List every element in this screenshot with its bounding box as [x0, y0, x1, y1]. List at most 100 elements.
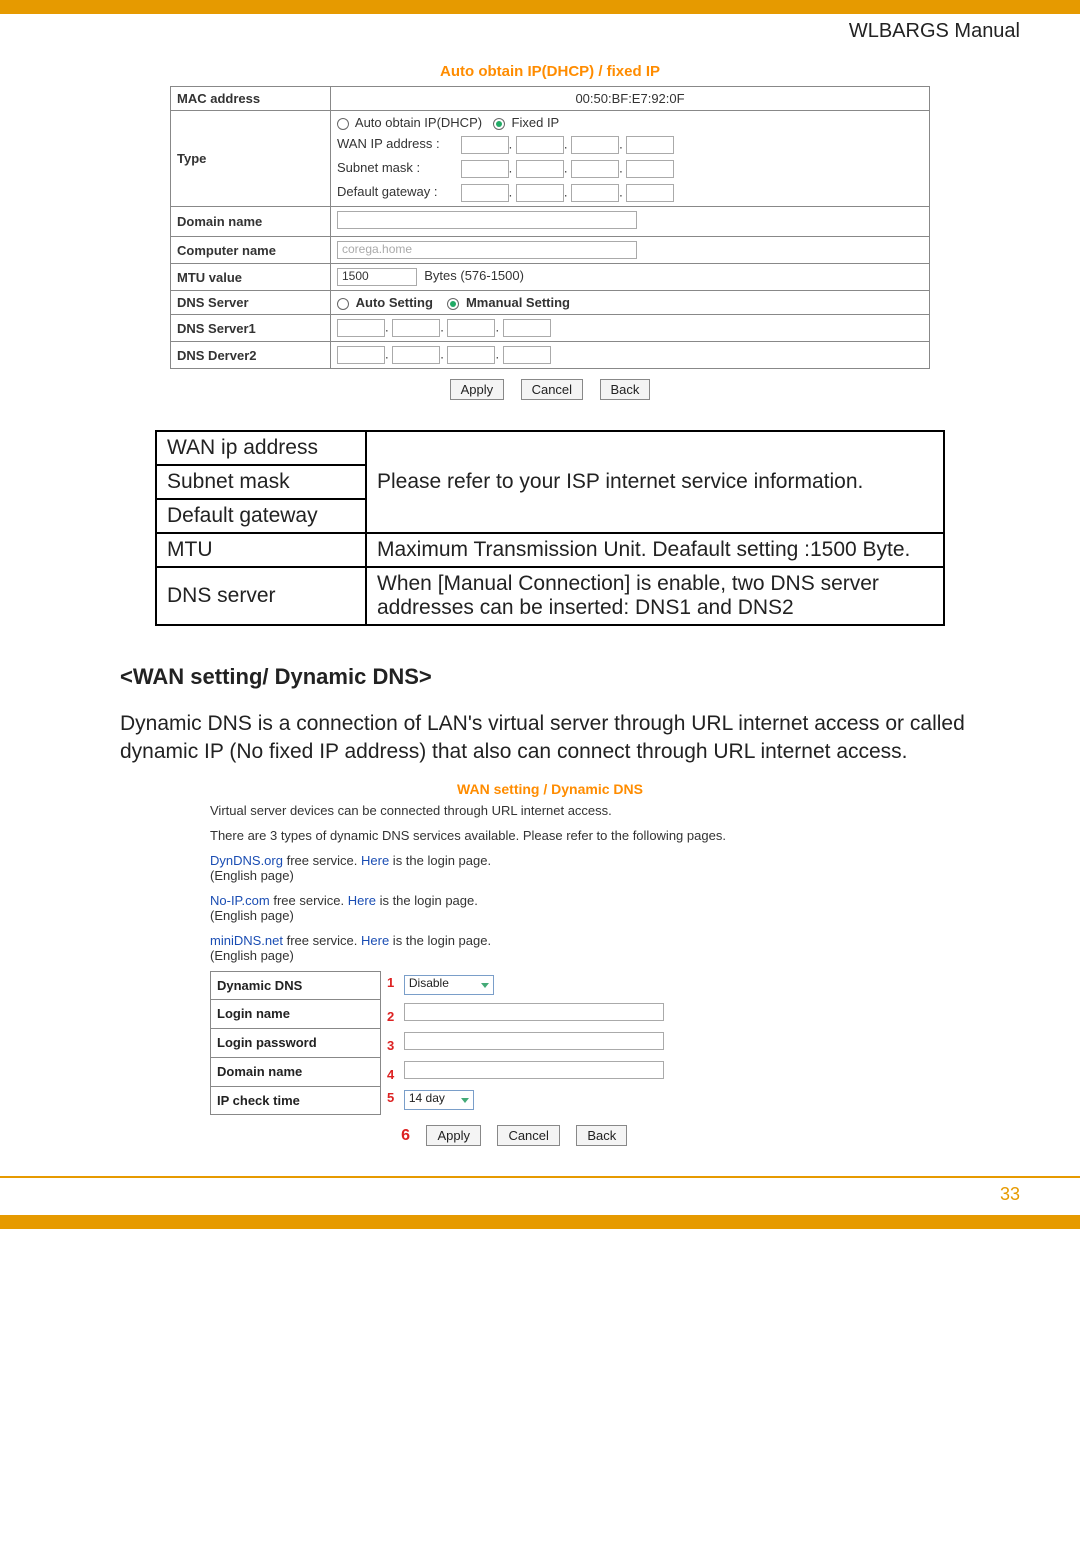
gw-1[interactable]	[461, 184, 509, 202]
wan-ip-1[interactable]	[461, 136, 509, 154]
apply-button-1[interactable]: Apply	[450, 379, 505, 400]
section-heading: <WAN setting/ Dynamic DNS>	[120, 664, 980, 690]
desc-wan-ip: WAN ip address	[156, 431, 366, 465]
desc-merged: Please refer to your ISP internet servic…	[366, 431, 944, 533]
mac-value: 00:50:BF:E7:92:0F	[331, 87, 930, 111]
button-row-1: Apply Cancel Back	[120, 379, 980, 400]
domain-label: Domain name	[171, 207, 331, 237]
mtu-input[interactable]: 1500	[337, 268, 417, 286]
description-table: WAN ip address Please refer to your ISP …	[155, 430, 945, 626]
dns2-4[interactable]	[503, 346, 551, 364]
computer-label: Computer name	[171, 237, 331, 264]
wan-ip-4[interactable]	[626, 136, 674, 154]
type-opt-fixed: Fixed IP	[512, 115, 560, 130]
screenshot2-body: Virtual server devices can be connected …	[210, 803, 890, 963]
mtu-label: MTU value	[171, 264, 331, 291]
dns2-1[interactable]	[337, 346, 385, 364]
desc-mtu-l: MTU	[156, 533, 366, 567]
domain-input[interactable]	[337, 211, 637, 229]
dns1-1[interactable]	[337, 319, 385, 337]
dns1-2[interactable]	[392, 319, 440, 337]
config-table: MAC address 00:50:BF:E7:92:0F Type Auto …	[170, 86, 930, 369]
num-6: 6	[398, 1127, 416, 1145]
screenshot1-title: Auto obtain IP(DHCP) / fixed IP	[120, 63, 980, 80]
page-content: Auto obtain IP(DHCP) / fixed IP MAC addr…	[0, 43, 1080, 1146]
ddns-r1-l: Dynamic DNS	[211, 971, 381, 999]
wan-ip-3[interactable]	[571, 136, 619, 154]
subnet-3[interactable]	[571, 160, 619, 178]
radio-dns-auto[interactable]	[337, 298, 349, 310]
num-5: 5	[387, 1090, 400, 1105]
back-button-2[interactable]: Back	[576, 1125, 627, 1146]
mtu-suffix: Bytes (576-1500)	[424, 268, 524, 283]
eng-1: (English page)	[210, 868, 294, 883]
link-minidns[interactable]: miniDNS.net	[210, 933, 283, 948]
ddns-select[interactable]: Disable	[404, 975, 494, 995]
link-here-3[interactable]: Here	[361, 933, 389, 948]
type-label: Type	[171, 111, 331, 207]
gw-2[interactable]	[516, 184, 564, 202]
gateway-label: Default gateway :	[337, 184, 457, 199]
dns2-3[interactable]	[447, 346, 495, 364]
link-here-1[interactable]: Here	[361, 853, 389, 868]
section-body: Dynamic DNS is a connection of LAN's vir…	[120, 710, 980, 767]
screenshot2-title: WAN setting / Dynamic DNS	[120, 781, 980, 797]
num-4: 4	[387, 1067, 400, 1082]
dns-auto: Auto Setting	[356, 295, 433, 310]
dns2-label: DNS Derver2	[171, 342, 331, 369]
ddns-table: Dynamic DNS 1 Disable Login name 2 Login…	[210, 971, 890, 1115]
ddns-intro1: Virtual server devices can be connected …	[210, 803, 890, 818]
mac-label: MAC address	[171, 87, 331, 111]
subnet-2[interactable]	[516, 160, 564, 178]
footer: 33	[0, 1176, 1080, 1229]
manual-header: WLBARGS Manual	[0, 14, 1080, 43]
subnet-1[interactable]	[461, 160, 509, 178]
gw-3[interactable]	[571, 184, 619, 202]
button-row-2: 6 Apply Cancel Back	[210, 1125, 890, 1146]
link-noip[interactable]: No-IP.com	[210, 893, 270, 908]
eng-3: (English page)	[210, 948, 294, 963]
computer-input[interactable]: corega.home	[337, 241, 637, 259]
desc-subnet: Subnet mask	[156, 465, 366, 499]
login-name-input[interactable]	[404, 1003, 664, 1021]
eng-2: (English page)	[210, 908, 294, 923]
desc-dns-v: When [Manual Connection] is enable, two …	[366, 567, 944, 625]
ipcheck-select[interactable]: 14 day	[404, 1090, 474, 1110]
ddns-r4-l: Domain name	[211, 1057, 381, 1086]
num-2: 2	[387, 1009, 400, 1024]
num-1: 1	[387, 975, 400, 990]
dns2-2[interactable]	[392, 346, 440, 364]
type-cell: Auto obtain IP(DHCP) Fixed IP WAN IP add…	[331, 111, 930, 207]
back-button-1[interactable]: Back	[600, 379, 651, 400]
gw-4[interactable]	[626, 184, 674, 202]
link-dyndns[interactable]: DynDNS.org	[210, 853, 283, 868]
dns1-label: DNS Server1	[171, 315, 331, 342]
type-opt-auto: Auto obtain IP(DHCP)	[355, 115, 482, 130]
cancel-button-2[interactable]: Cancel	[497, 1125, 559, 1146]
dns-manual: Mmanual Setting	[466, 295, 570, 310]
ddns-domain-input[interactable]	[404, 1061, 664, 1079]
apply-button-2[interactable]: Apply	[426, 1125, 481, 1146]
ddns-intro2: There are 3 types of dynamic DNS service…	[210, 828, 890, 843]
ddns-r3-l: Login password	[211, 1028, 381, 1057]
dns1-3[interactable]	[447, 319, 495, 337]
num-3: 3	[387, 1038, 400, 1053]
desc-dns-l: DNS server	[156, 567, 366, 625]
dns1-4[interactable]	[503, 319, 551, 337]
radio-auto-ip[interactable]	[337, 118, 349, 130]
desc-gateway: Default gateway	[156, 499, 366, 533]
subnet-4[interactable]	[626, 160, 674, 178]
cancel-button-1[interactable]: Cancel	[521, 379, 583, 400]
top-orange-band	[0, 0, 1080, 14]
radio-dns-manual[interactable]	[447, 298, 459, 310]
subnet-label: Subnet mask :	[337, 160, 457, 175]
radio-fixed-ip[interactable]	[493, 118, 505, 130]
ddns-r2-l: Login name	[211, 999, 381, 1028]
login-password-input[interactable]	[404, 1032, 664, 1050]
wan-ip-2[interactable]	[516, 136, 564, 154]
ddns-r5-l: IP check time	[211, 1086, 381, 1114]
link-here-2[interactable]: Here	[348, 893, 376, 908]
wan-ip-label: WAN IP address :	[337, 136, 457, 151]
dns-label: DNS Server	[171, 291, 331, 315]
page-number: 33	[0, 1178, 1080, 1215]
